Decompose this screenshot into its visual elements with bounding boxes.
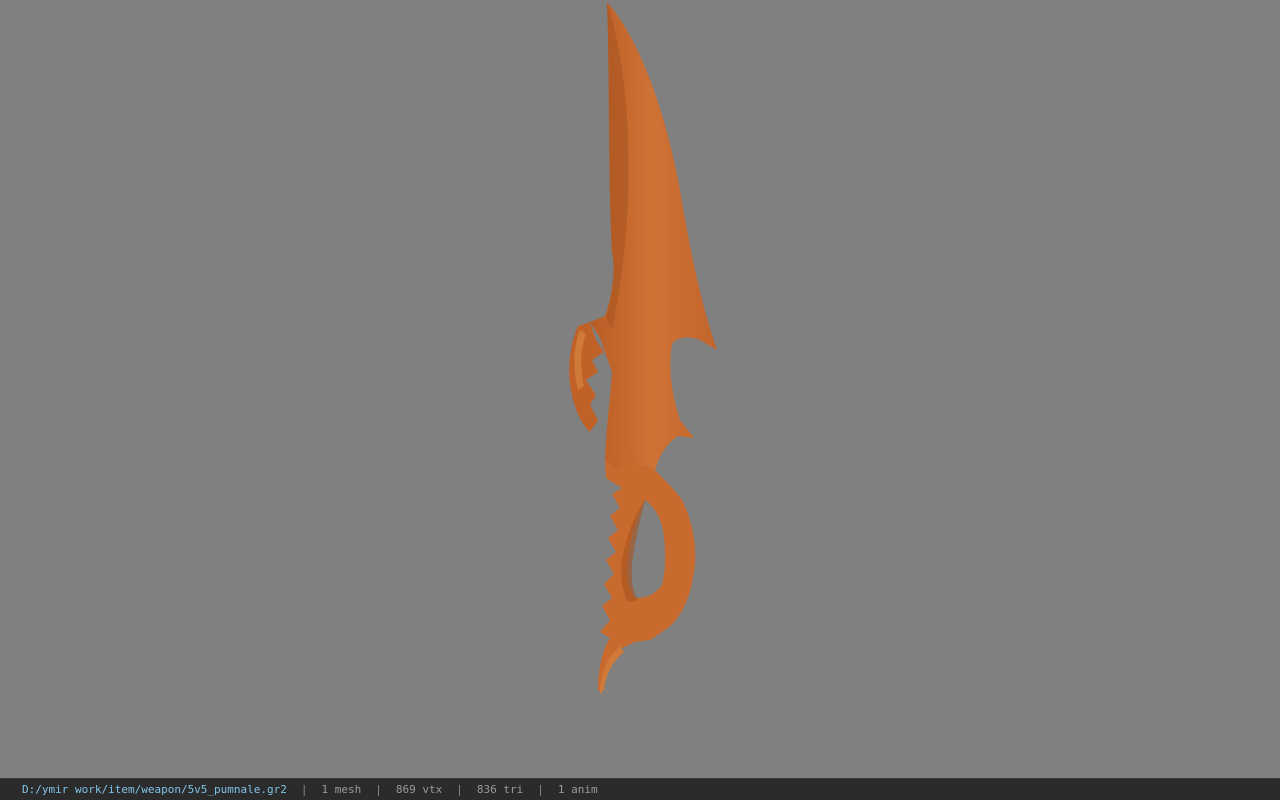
dagger-guard <box>569 322 604 432</box>
triangle-count: 836 tri <box>476 783 524 796</box>
separator: | <box>300 783 308 796</box>
file-path: D:/ymir work/item/weapon/5v5_pumnale.gr2 <box>22 783 287 796</box>
model-render[interactable] <box>0 0 1280 778</box>
separator: | <box>375 783 382 796</box>
anim-count: 1 anim <box>557 783 598 796</box>
status-bar: D:/ymir work/item/weapon/5v5_pumnale.gr2… <box>0 778 1280 800</box>
separator: | <box>537 783 544 796</box>
mesh-count: 1 mesh <box>321 783 362 796</box>
vertex-count: 869 vtx <box>395 783 443 796</box>
separator: | <box>456 783 463 796</box>
3d-viewport[interactable] <box>0 0 1280 778</box>
